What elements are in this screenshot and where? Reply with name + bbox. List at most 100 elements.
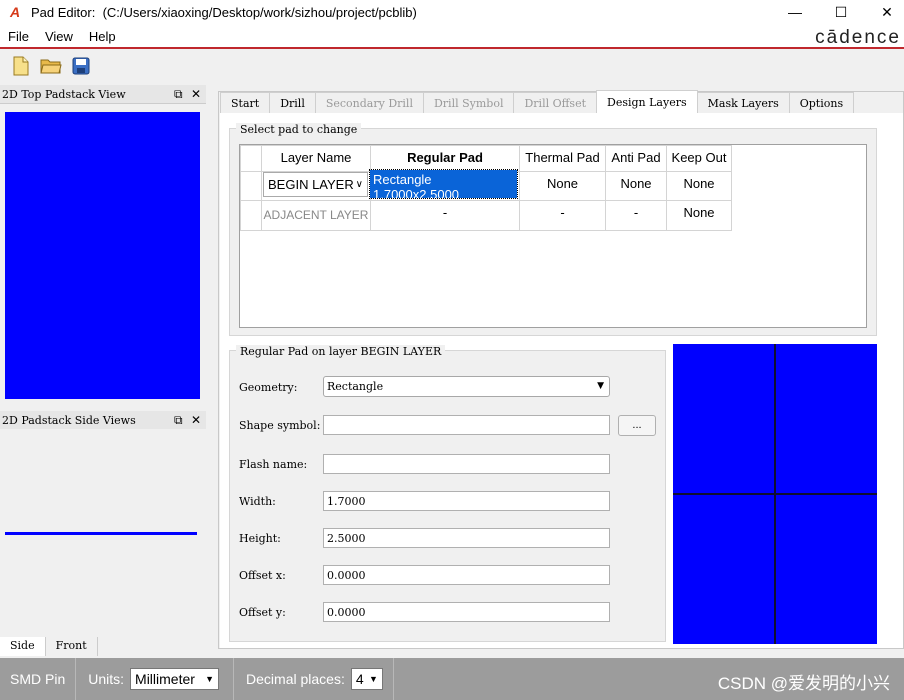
regular-pad-group-label: Regular Pad on layer BEGIN LAYER: [236, 345, 446, 358]
flash-name-label: Flash name:: [239, 458, 308, 471]
dropdown-arrow-icon: ▼: [205, 674, 215, 684]
selected-regular-pad-cell[interactable]: Rectangle 1.7000x2.5000: [369, 169, 518, 202]
close-icon[interactable]: ✕: [191, 413, 201, 427]
shape-symbol-field[interactable]: [323, 415, 610, 435]
table-row[interactable]: ADJACENT LAYER - - - None: [240, 200, 732, 231]
window-title-text: Pad Editor:: [31, 4, 96, 20]
cell-layer[interactable]: ADJACENT LAYER: [261, 200, 371, 231]
offset-y-field[interactable]: 0.0000: [323, 602, 610, 622]
side-view-dock-header: 2D Padstack Side Views ⧉ ✕: [0, 411, 206, 430]
close-icon: ✕: [881, 3, 893, 20]
cell-regular-pad[interactable]: -: [370, 200, 520, 231]
decimal-places-value: 4: [355, 671, 364, 687]
cell-anti-pad[interactable]: None: [605, 171, 667, 201]
row-header[interactable]: [240, 171, 262, 201]
cell-anti-pad[interactable]: -: [605, 200, 667, 231]
offset-x-label: Offset x:: [239, 569, 286, 582]
watermark: CSDN @爱发明的小兴: [717, 674, 890, 693]
decimal-places-select[interactable]: 4 ▼: [350, 668, 383, 690]
header-layer-name: Layer Name: [261, 145, 371, 172]
cadence-logo: cādence: [815, 27, 901, 48]
dropdown-arrow-icon: ▼: [597, 381, 604, 391]
minimize-icon: —: [788, 4, 802, 20]
geometry-select[interactable]: Rectangle ▼: [323, 376, 610, 397]
menu-view[interactable]: View: [37, 29, 81, 44]
tab-mask-layers[interactable]: Mask Layers: [696, 92, 790, 113]
width-label: Width:: [239, 495, 276, 508]
side-view-tabs: Side Front: [0, 637, 206, 656]
tab-drill-symbol[interactable]: Drill Symbol: [422, 92, 515, 113]
select-pad-group-label: Select pad to change: [236, 123, 362, 136]
menu-bar: File View Help: [0, 24, 904, 48]
width-field[interactable]: 1.7000: [323, 491, 610, 511]
title-bar: A Pad Editor: (C:/Users/xiaoxing/Desktop…: [0, 0, 904, 24]
window-path: (C:/Users/xiaoxing/Desktop/work/sizhou/p…: [102, 4, 417, 20]
minimize-button[interactable]: —: [772, 0, 818, 24]
side-pad-layer: [5, 532, 197, 535]
decimal-places-label: Decimal places:: [246, 671, 345, 687]
top-view-title: 2D Top Padstack View: [2, 87, 126, 101]
open-folder-button[interactable]: [38, 53, 64, 79]
height-field[interactable]: 2.5000: [323, 528, 610, 548]
pin-type-label: SMD Pin: [10, 671, 66, 687]
tab-strip: Start Drill Secondary Drill Drill Symbol…: [220, 90, 855, 114]
toolbar: [0, 49, 904, 82]
cell-keep-out[interactable]: None: [666, 171, 732, 201]
preview-center-hline: [673, 493, 877, 495]
layer-select[interactable]: BEGIN LAYER ∨: [263, 172, 368, 197]
close-icon[interactable]: ✕: [191, 87, 201, 101]
geometry-label: Geometry:: [239, 381, 298, 394]
units-label: Units:: [88, 671, 125, 687]
cell-keep-out[interactable]: None: [666, 200, 732, 231]
geometry-value: Rectangle: [327, 380, 384, 393]
units-select[interactable]: Millimeter ▼: [130, 668, 220, 690]
units-value: Millimeter: [135, 671, 195, 687]
row-header-corner: [240, 145, 262, 172]
header-thermal-pad: Thermal Pad: [519, 145, 606, 172]
layer-select-value: BEGIN LAYER: [268, 177, 354, 192]
status-divider: [392, 658, 394, 700]
tab-side[interactable]: Side: [0, 637, 46, 656]
pad-preview: [673, 344, 877, 644]
status-divider: [75, 658, 77, 700]
side-view-title: 2D Padstack Side Views: [2, 413, 136, 427]
new-file-icon: [13, 56, 29, 75]
top-padstack-view: [5, 112, 200, 399]
cell-thermal-pad[interactable]: -: [519, 200, 606, 231]
open-folder-icon: [40, 59, 62, 73]
header-anti-pad: Anti Pad: [605, 145, 667, 172]
window-title: Pad Editor: (C:/Users/xiaoxing/Desktop/w…: [31, 5, 417, 20]
save-button[interactable]: [68, 53, 94, 79]
offset-x-field[interactable]: 0.0000: [323, 565, 610, 585]
new-file-button[interactable]: [8, 53, 34, 79]
status-divider: [233, 658, 235, 700]
float-icon[interactable]: ⧉: [174, 87, 183, 101]
tab-front[interactable]: Front: [46, 637, 98, 656]
header-regular-pad: Regular Pad: [370, 145, 520, 172]
menu-help[interactable]: Help: [81, 29, 124, 44]
cadence-a-icon: A: [9, 4, 21, 20]
tab-start[interactable]: Start: [220, 92, 271, 113]
maximize-icon: ☐: [834, 3, 848, 20]
browse-shape-button[interactable]: ...: [618, 415, 656, 436]
height-label: Height:: [239, 532, 281, 545]
dropdown-arrow-icon: ▼: [368, 674, 378, 684]
tab-drill[interactable]: Drill: [269, 92, 316, 113]
save-icon: [72, 57, 90, 74]
flash-name-field[interactable]: [323, 454, 610, 474]
offset-y-label: Offset y:: [239, 606, 286, 619]
tab-options[interactable]: Options: [788, 92, 855, 113]
menu-file[interactable]: File: [0, 29, 37, 44]
maximize-button[interactable]: ☐: [818, 0, 864, 24]
close-window-button[interactable]: ✕: [864, 0, 904, 24]
float-icon[interactable]: ⧉: [174, 413, 183, 427]
tab-design-layers[interactable]: Design Layers: [596, 90, 698, 113]
chevron-down-icon: ∨: [355, 179, 363, 190]
row-header[interactable]: [240, 200, 262, 231]
shape-symbol-label: Shape symbol:: [239, 419, 321, 432]
tab-secondary-drill[interactable]: Secondary Drill: [314, 92, 424, 113]
table-header-row: Layer Name Regular Pad Thermal Pad Anti …: [240, 145, 732, 172]
top-view-dock-header: 2D Top Padstack View ⧉ ✕: [0, 85, 206, 104]
tab-drill-offset[interactable]: Drill Offset: [513, 92, 598, 113]
cell-thermal-pad[interactable]: None: [519, 171, 606, 201]
